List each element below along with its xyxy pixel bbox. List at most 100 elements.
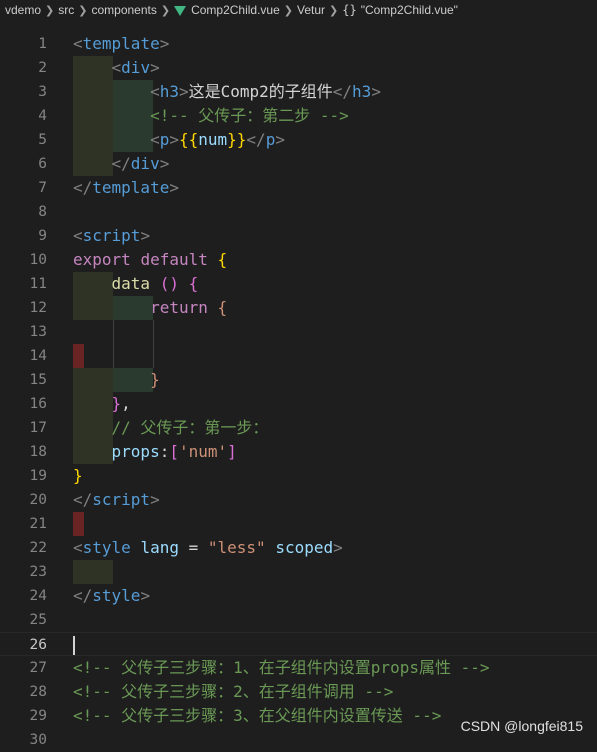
code-line[interactable]: 21: [0, 512, 597, 536]
code-token: </: [73, 586, 93, 605]
code-token: default: [140, 250, 208, 269]
code-line[interactable]: 19}: [0, 464, 597, 488]
line-number: 26: [29, 637, 47, 653]
line-number: 20: [29, 492, 47, 508]
code-editor[interactable]: 1 <template> 2 <div> 3 <h3>这是Comp2的子组件</h3>…: [0, 20, 597, 748]
breadcrumb-item-file[interactable]: Comp2Child.vue: [191, 3, 280, 17]
code-line[interactable]: 24 </style>: [0, 584, 597, 608]
code-line[interactable]: 17 // 父传子：第一步：: [0, 416, 597, 440]
indent-guide: [153, 320, 154, 344]
chevron-right-icon: ❯: [45, 4, 55, 17]
code-line[interactable]: 13: [0, 320, 597, 344]
code-line[interactable]: 2 <div>: [0, 56, 597, 80]
code-token: data: [111, 274, 151, 293]
code-token: // 父传子：第一步：: [111, 418, 269, 437]
code-token: {: [217, 250, 228, 269]
breadcrumb-item-symbol[interactable]: "Comp2Child.vue": [361, 3, 458, 17]
code-line[interactable]: 14: [0, 344, 597, 368]
code-line[interactable]: 28 <!-- 父传子三步骤：2、在子组件调用 -->: [0, 680, 597, 704]
code-text[interactable]: <template>: [73, 32, 169, 56]
code-token: (): [159, 274, 179, 293]
code-token: <: [73, 34, 83, 53]
code-line[interactable]: 11 data () {: [0, 272, 597, 296]
code-token: p: [159, 130, 170, 149]
code-line[interactable]: 26: [0, 632, 597, 656]
code-text[interactable]: <script>: [73, 224, 150, 248]
code-line[interactable]: 8: [0, 200, 597, 224]
code-token: =: [178, 538, 208, 557]
line-number: 27: [29, 660, 47, 676]
code-text[interactable]: // 父传子：第一步：: [73, 416, 269, 440]
code-token: style: [92, 586, 141, 605]
code-token: num: [198, 130, 228, 149]
breadcrumb-item-vdemo[interactable]: vdemo: [5, 3, 41, 17]
line-number: 9: [38, 228, 47, 244]
code-text[interactable]: <!-- 父传子三步骤：3、在父组件内设置传送 -->: [73, 704, 441, 728]
line-number: 11: [29, 276, 47, 292]
code-text[interactable]: <!-- 父传子三步骤：1、在子组件内设置props属性 -->: [73, 656, 490, 680]
line-number: 17: [29, 420, 47, 436]
breadcrumb-item-vetur[interactable]: Vetur: [297, 3, 325, 17]
code-line[interactable]: 20 </script>: [0, 488, 597, 512]
code-text[interactable]: <h3>这是Comp2的子组件</h3>: [73, 80, 381, 104]
code-text[interactable]: export default {: [73, 248, 227, 272]
code-token: scoped: [275, 538, 334, 557]
breadcrumb-item-components[interactable]: components: [91, 3, 156, 17]
code-text[interactable]: </template>: [73, 176, 179, 200]
code-text[interactable]: <!-- 父传子：第二步 -->: [73, 104, 349, 128]
code-line[interactable]: 25: [0, 608, 597, 632]
code-token: div: [130, 154, 160, 173]
text-cursor: [73, 636, 75, 655]
code-token: template: [82, 34, 160, 53]
code-text[interactable]: <p>{{num}}</p>: [73, 128, 285, 152]
code-token: :: [159, 442, 170, 461]
code-line[interactable]: 9 <script>: [0, 224, 597, 248]
code-line[interactable]: 16 },: [0, 392, 597, 416]
code-line[interactable]: 6 </div>: [0, 152, 597, 176]
code-token: <!-- 父传子三步骤：1、在子组件内设置props属性 -->: [73, 658, 490, 677]
code-line[interactable]: 22 <style lang = "less" scoped>: [0, 536, 597, 560]
code-line[interactable]: 10 export default {: [0, 248, 597, 272]
code-line[interactable]: 27 <!-- 父传子三步骤：1、在子组件内设置props属性 -->: [0, 656, 597, 680]
code-line[interactable]: 1 <template>: [0, 32, 597, 56]
code-line[interactable]: 5 <p>{{num}}</p>: [0, 128, 597, 152]
line-number: 13: [29, 324, 47, 340]
code-line[interactable]: 3 <h3>这是Comp2的子组件</h3>: [0, 80, 597, 104]
line-number: 3: [38, 84, 47, 100]
code-text[interactable]: </style>: [73, 584, 150, 608]
code-token: >: [140, 226, 151, 245]
code-text[interactable]: return {: [73, 296, 227, 320]
line-number: 1: [38, 36, 47, 52]
code-token: <!-- 父传子三步骤：2、在子组件调用 -->: [73, 682, 394, 701]
code-token: ]: [227, 442, 237, 461]
code-line[interactable]: 23: [0, 560, 597, 584]
code-text[interactable]: <div>: [73, 56, 160, 80]
code-token: >: [159, 154, 170, 173]
code-line[interactable]: 7 </template>: [0, 176, 597, 200]
code-text[interactable]: <style lang = "less" scoped>: [73, 536, 343, 560]
code-text[interactable]: data () {: [73, 272, 199, 296]
code-text[interactable]: <!-- 父传子三步骤：2、在子组件调用 -->: [73, 680, 393, 704]
code-text[interactable]: props:['num']: [73, 440, 237, 464]
breadcrumb-item-src[interactable]: src: [58, 3, 74, 17]
code-token: export: [73, 250, 131, 269]
line-number: 23: [29, 564, 47, 580]
code-token: props: [111, 442, 160, 461]
code-text[interactable]: },: [73, 392, 131, 416]
code-text[interactable]: </div>: [73, 152, 170, 176]
code-line[interactable]: 15 }: [0, 368, 597, 392]
code-line[interactable]: 18 props:['num']: [0, 440, 597, 464]
breadcrumb: vdemo ❯ src ❯ components ❯ Comp2Child.vu…: [0, 0, 597, 20]
code-line[interactable]: 4 <!-- 父传子：第二步 -->: [0, 104, 597, 128]
code-line[interactable]: 12 return {: [0, 296, 597, 320]
code-text[interactable]: }: [73, 368, 160, 392]
code-text[interactable]: }: [73, 464, 83, 488]
code-text[interactable]: </script>: [73, 488, 160, 512]
code-token: <: [150, 130, 160, 149]
